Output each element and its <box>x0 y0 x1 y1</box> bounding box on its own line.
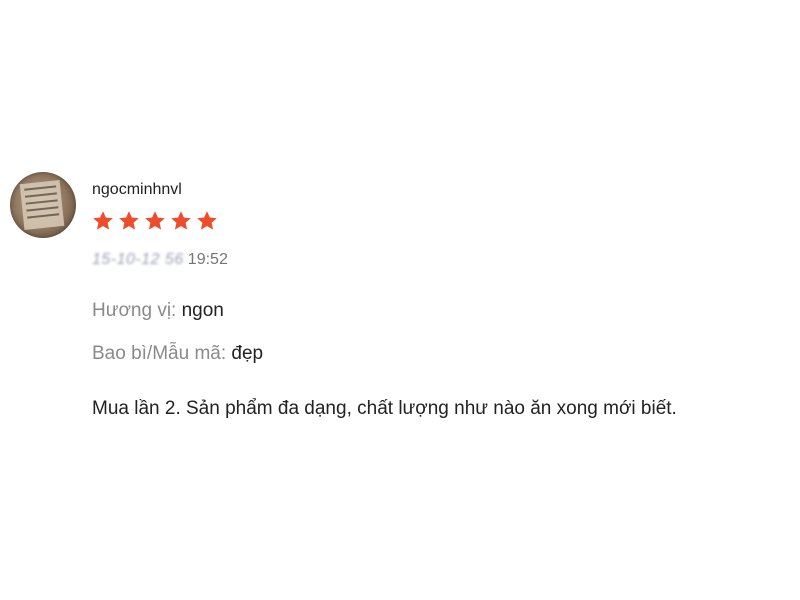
review-comment: Mua lần 2. Sản phẩm đa dạng, chất lượng … <box>92 398 677 419</box>
star-filled-icon <box>145 211 165 230</box>
star-filled-icon <box>197 211 217 230</box>
star-filled-icon <box>119 211 139 230</box>
avatar[interactable] <box>10 172 76 238</box>
review-time: 19:52 <box>187 251 228 268</box>
attribute-packaging: Bao bì/Mẫu mã: đẹp <box>92 342 263 366</box>
attribute-taste-value: ngon <box>181 300 224 321</box>
rating-stars <box>91 209 219 235</box>
attribute-packaging-label: Bao bì/Mẫu mã: <box>92 343 227 364</box>
attribute-packaging-value: đẹp <box>231 343 264 364</box>
reviewer-username[interactable]: ngocminhnvl <box>92 180 182 200</box>
review-item: ngocminhnvl 15-10-12 56 19:52 Hương vị: … <box>0 0 800 600</box>
review-timestamp: 15-10-12 56 19:52 <box>92 250 228 270</box>
review-date-redacted: 15-10-12 56 <box>92 251 184 268</box>
star-filled-icon <box>93 211 113 230</box>
attribute-taste: Hương vị: ngon <box>92 299 224 323</box>
avatar-image <box>19 180 65 230</box>
attribute-taste-label: Hương vị: <box>92 300 177 321</box>
star-filled-icon <box>171 211 191 230</box>
